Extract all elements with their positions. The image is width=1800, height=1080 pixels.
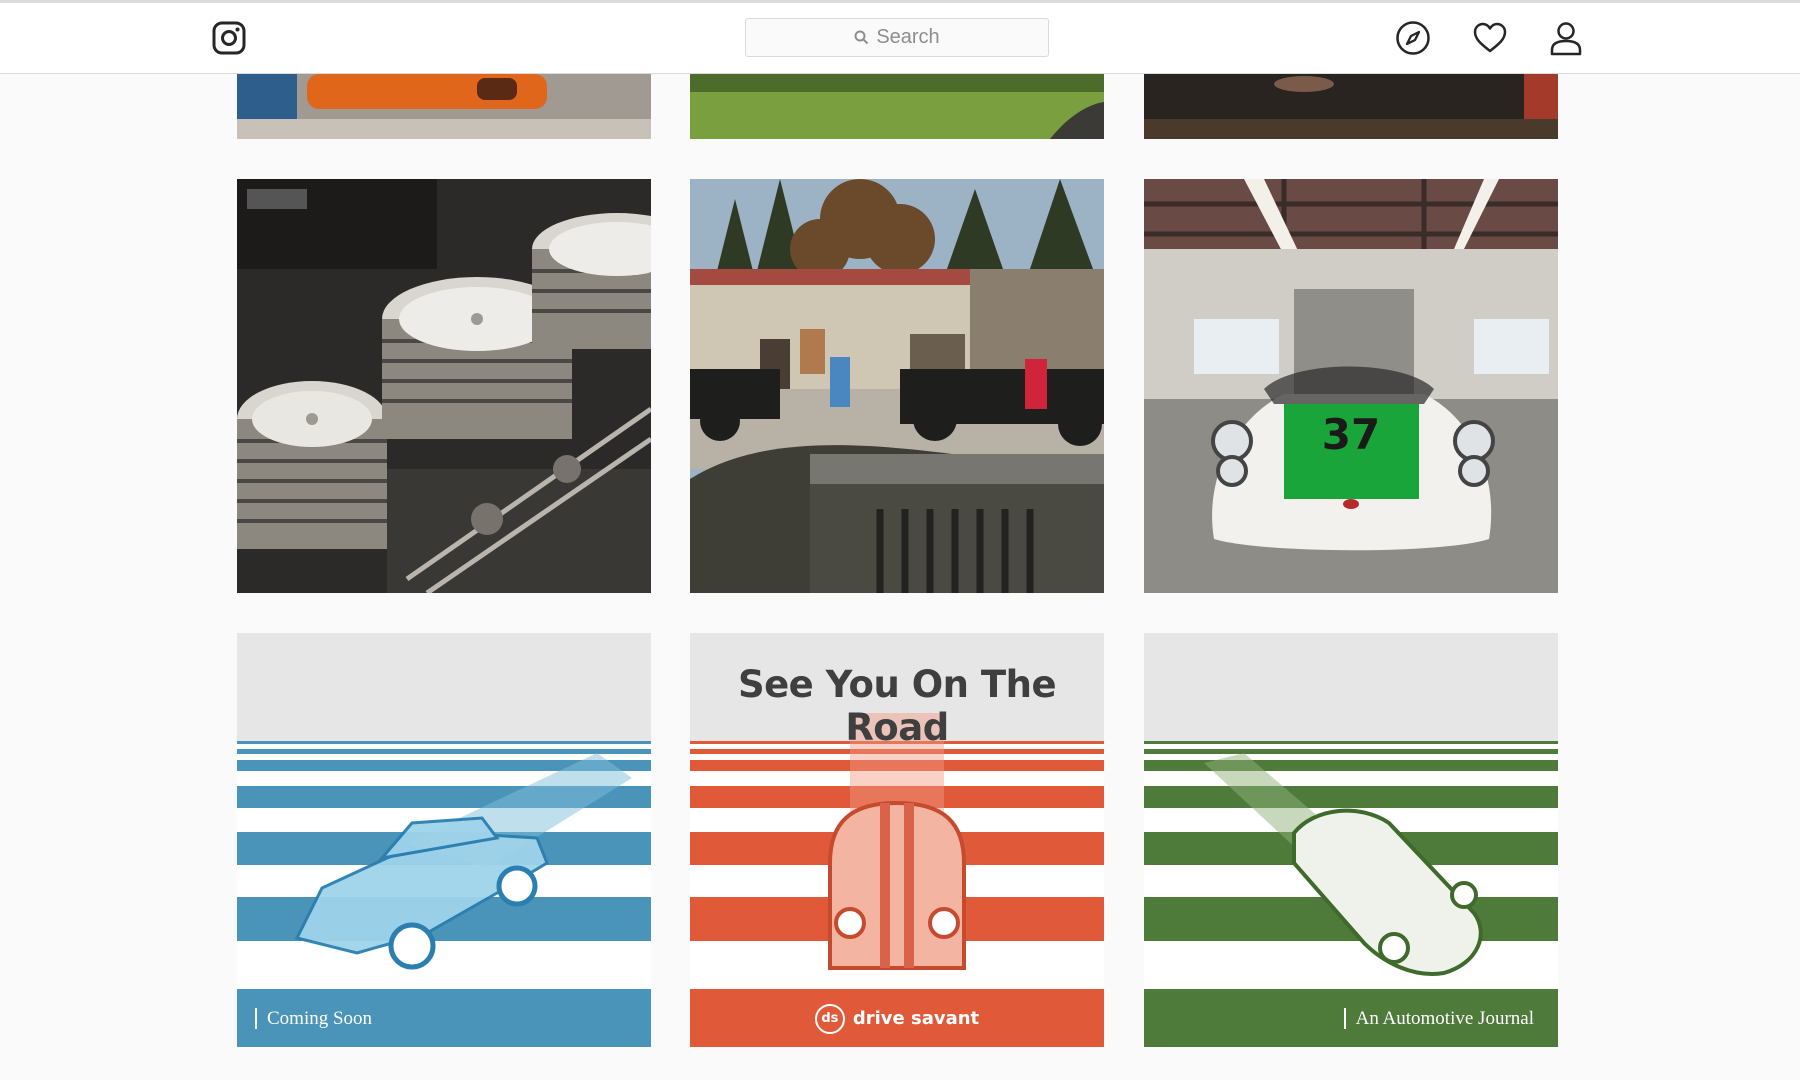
poster-artwork bbox=[237, 633, 651, 1047]
brand-mark: ds bbox=[814, 1003, 845, 1034]
poster-artwork bbox=[1144, 633, 1558, 1047]
post-image bbox=[690, 179, 1104, 593]
post-image bbox=[237, 74, 651, 139]
poster-coming-soon[interactable]: Coming Soon bbox=[237, 633, 651, 1047]
search-icon bbox=[854, 30, 869, 45]
post-thumbnail[interactable] bbox=[237, 179, 651, 593]
post-thumbnail[interactable] bbox=[1144, 74, 1558, 139]
poster-automotive-journal[interactable]: An Automotive Journal bbox=[1144, 633, 1558, 1047]
post-thumbnail[interactable] bbox=[690, 179, 1104, 593]
post-thumbnail[interactable] bbox=[690, 74, 1104, 139]
post-image bbox=[690, 74, 1104, 139]
poster-caption: Coming Soon bbox=[255, 990, 372, 1047]
caption-text: An Automotive Journal bbox=[1355, 1007, 1534, 1029]
caption-text: Coming Soon bbox=[267, 1007, 373, 1029]
post-image bbox=[237, 179, 651, 593]
post-thumbnail[interactable] bbox=[237, 74, 651, 139]
search-placeholder: Search bbox=[876, 26, 940, 48]
poster-title: See You On The Road bbox=[737, 663, 1057, 749]
post-image: 37 bbox=[1144, 179, 1558, 593]
profile-icon[interactable] bbox=[1547, 19, 1585, 57]
post-image bbox=[1144, 74, 1558, 139]
instagram-logo-icon[interactable] bbox=[212, 21, 246, 55]
search-input[interactable]: Search bbox=[745, 18, 1049, 57]
race-number: 37 bbox=[1322, 410, 1380, 459]
poster-caption: An Automotive Journal bbox=[1343, 990, 1534, 1047]
compass-icon[interactable] bbox=[1394, 19, 1432, 57]
brand-name: drive savant bbox=[852, 1008, 980, 1029]
heart-icon[interactable] bbox=[1471, 19, 1509, 57]
top-navbar: Search bbox=[0, 3, 1800, 74]
poster-see-you-on-the-road[interactable]: See You On The Road ds drive savant bbox=[690, 633, 1104, 1047]
brand-logo: ds drive savant bbox=[690, 990, 1104, 1047]
post-thumbnail[interactable]: 37 bbox=[1144, 179, 1558, 593]
